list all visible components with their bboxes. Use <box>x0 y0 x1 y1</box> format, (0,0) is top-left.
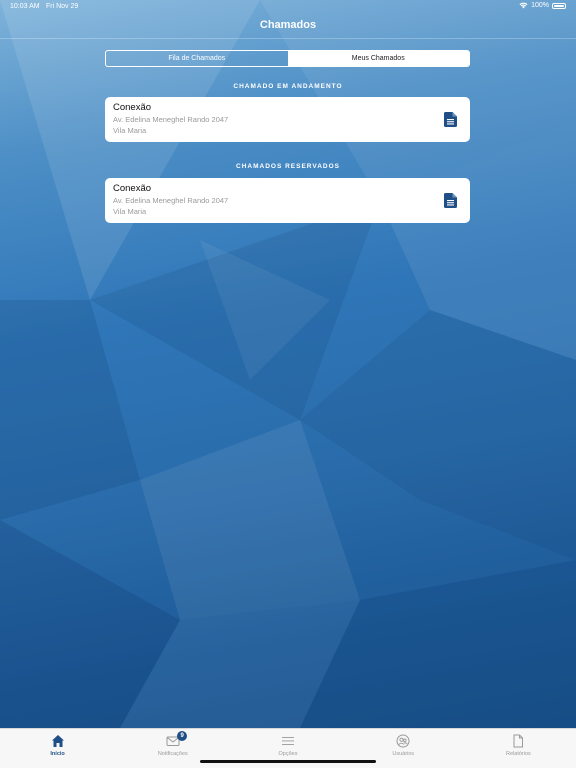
notification-badge: 9 <box>177 731 188 741</box>
tab-relatorios[interactable]: Relatórios <box>461 729 576 768</box>
users-icon <box>396 734 410 748</box>
ticket-district: Vila Maria <box>113 207 147 216</box>
section-header-em-andamento: CHAMADO EM ANDAMENTO <box>233 83 343 90</box>
segmented-control: Fila de Chamados Meus Chamados <box>105 50 470 67</box>
battery-icon <box>552 2 566 9</box>
tab-label: Início <box>50 751 65 757</box>
home-indicator <box>200 760 376 763</box>
document-icon[interactable] <box>444 193 457 208</box>
ticket-address: Av. Edelina Meneghel Rando 2047 <box>113 115 229 124</box>
wifi-icon <box>519 2 528 9</box>
app-screen: 10:03 AM Fri Nov 29 100% Chamados Fila d… <box>0 0 576 768</box>
tab-label: Relatórios <box>506 751 531 757</box>
segment-fila-de-chamados[interactable]: Fila de Chamados <box>106 51 288 66</box>
tab-label: Opções <box>278 751 298 757</box>
segment-meus-chamados[interactable]: Meus Chamados <box>287 51 469 66</box>
tab-label: Usuários <box>392 751 415 757</box>
file-icon <box>513 734 524 748</box>
ticket-card-in-progress[interactable]: Conexão Av. Edelina Meneghel Rando 2047 … <box>105 97 470 142</box>
ticket-title: Conexão <box>113 183 152 194</box>
battery-percentage: 100% <box>531 2 549 9</box>
menu-icon <box>282 737 294 745</box>
document-icon[interactable] <box>444 112 457 127</box>
status-bar: 10:03 AM Fri Nov 29 100% <box>0 0 576 14</box>
home-icon <box>51 735 64 747</box>
ticket-district: Vila Maria <box>113 126 147 135</box>
status-indicators: 100% <box>519 2 566 9</box>
status-time: 10:03 AM <box>10 3 40 10</box>
nav-divider <box>0 38 576 39</box>
page-title: Chamados <box>259 19 317 31</box>
section-header-reservados: CHAMADOS RESERVADOS <box>236 163 340 170</box>
tab-inicio[interactable]: Início <box>0 729 115 768</box>
ticket-card-reserved[interactable]: Conexão Av. Edelina Meneghel Rando 2047 … <box>105 178 470 223</box>
status-date: Fri Nov 29 <box>46 3 79 10</box>
ticket-title: Conexão <box>113 102 152 113</box>
ticket-address: Av. Edelina Meneghel Rando 2047 <box>113 196 229 205</box>
tab-label: Notificações <box>157 751 188 757</box>
